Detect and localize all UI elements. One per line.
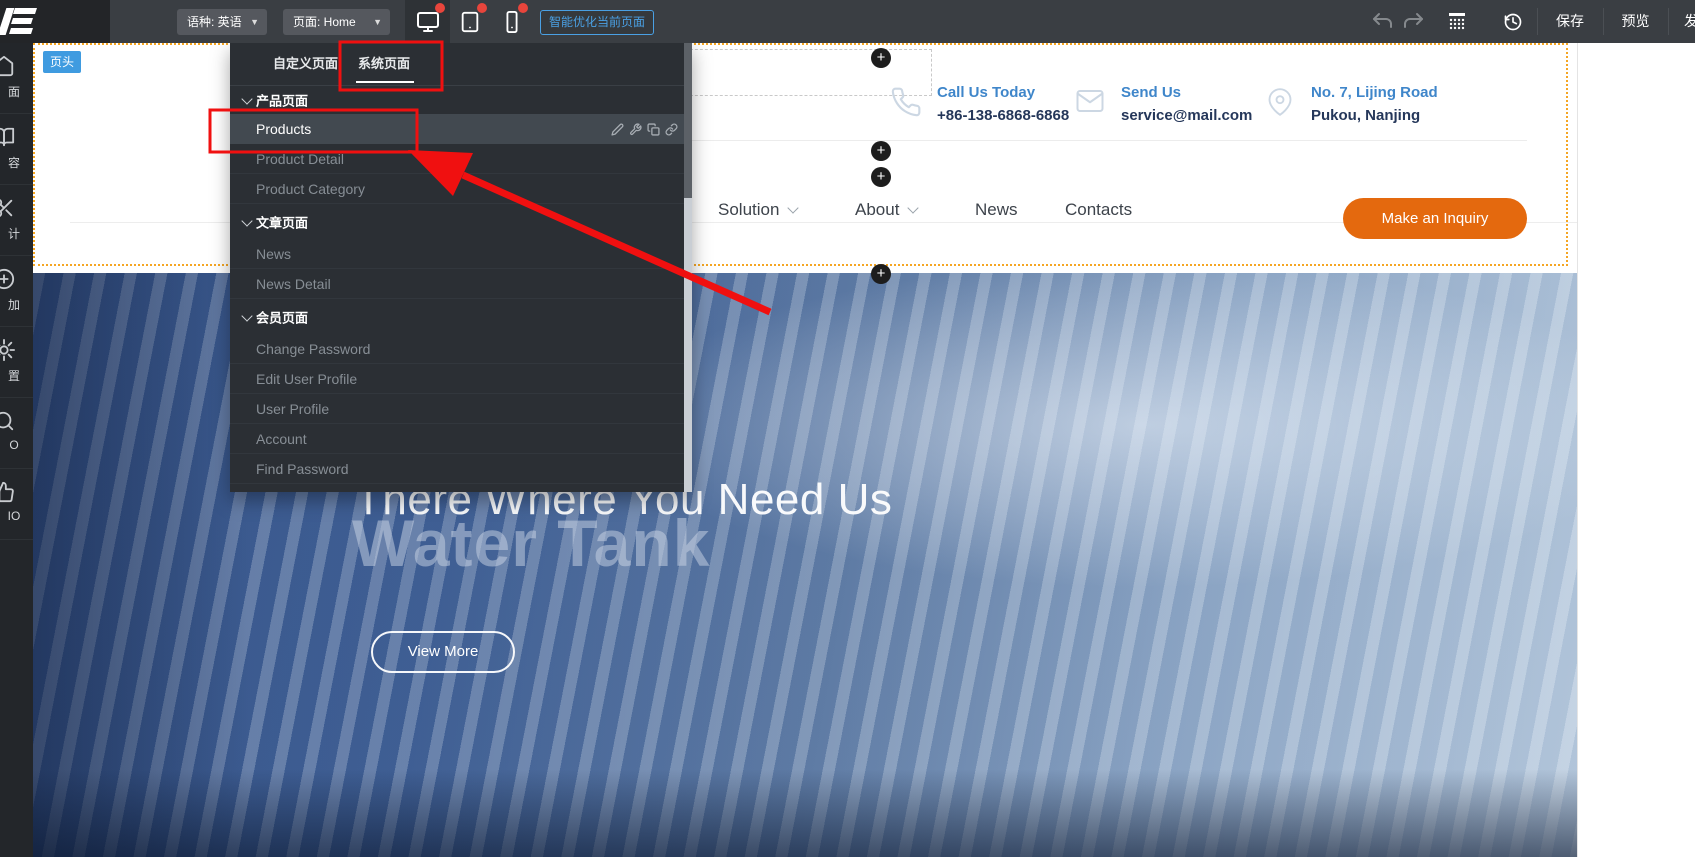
section-header-articles[interactable]: 文章页面	[230, 204, 692, 239]
sidebar-item-design[interactable]: 计	[0, 185, 33, 256]
editor-sidebar: 面 容 计 加 置 O IO	[0, 43, 33, 857]
tablet-icon	[459, 11, 481, 33]
home-icon	[0, 55, 15, 77]
sidebar-item-seo[interactable]: O	[0, 398, 33, 469]
pencil-icon[interactable]	[611, 123, 624, 136]
add-section-button[interactable]: +	[871, 264, 891, 284]
panel-scrollbar[interactable]	[684, 43, 692, 492]
chevron-down-icon	[241, 215, 252, 226]
nav-item-about[interactable]: About	[855, 200, 917, 220]
chevron-down-icon	[788, 202, 799, 213]
page-item-news[interactable]: News	[230, 239, 692, 269]
phone-icon	[890, 86, 922, 118]
chevron-down-icon	[908, 202, 919, 213]
chevron-down-icon	[241, 310, 252, 321]
section-tag-pagehead: 页头	[43, 51, 81, 73]
wrench-icon[interactable]	[629, 123, 642, 136]
page-item-change-password[interactable]: Change Password	[230, 334, 692, 364]
nav-item-solution[interactable]: Solution	[718, 200, 797, 220]
device-tablet-tab[interactable]	[450, 0, 490, 43]
sidebar-item-promotion[interactable]: IO	[0, 469, 33, 540]
tab-custom-pages[interactable]: 自定义页面	[273, 43, 338, 85]
redo-icon[interactable]	[1402, 12, 1424, 30]
contact-value: service@mail.com	[1121, 107, 1252, 124]
add-section-button[interactable]: +	[871, 141, 891, 161]
header-divider	[660, 140, 1527, 141]
add-section-button[interactable]: +	[871, 48, 891, 68]
active-tab-underline	[356, 81, 414, 83]
editor-toolbar: 语种: 英语▼ 页面: Home▼ 智能优化当前页面 保存 预览	[0, 0, 1695, 43]
page-select-panel: 自定义页面 系统页面 产品页面 Products Product Detail …	[230, 43, 692, 492]
content-icon	[0, 126, 15, 148]
section-header-products[interactable]: 产品页面	[230, 86, 692, 114]
page-item-product-category[interactable]: Product Category	[230, 174, 692, 204]
publish-button[interactable]: 发布	[1668, 0, 1695, 43]
preview-button[interactable]: 预览	[1603, 0, 1668, 43]
search-icon	[0, 410, 15, 432]
scrollbar-track	[684, 198, 692, 492]
grid-icon[interactable]	[1448, 12, 1466, 30]
smart-optimize-button[interactable]: 智能优化当前页面	[540, 10, 654, 35]
contact-title: Call Us Today	[937, 84, 1035, 101]
page-item-product-detail[interactable]: Product Detail	[230, 144, 692, 174]
mail-icon	[1075, 86, 1105, 116]
thumbs-up-icon	[0, 481, 15, 503]
view-more-button[interactable]: View More	[371, 631, 515, 673]
page-select[interactable]: 页面: Home▼	[283, 9, 390, 35]
notification-dot	[518, 3, 528, 13]
chevron-down-icon: ▼	[373, 9, 382, 35]
tab-system-pages[interactable]: 系统页面	[358, 43, 410, 85]
nav-item-contacts[interactable]: Contacts	[1065, 200, 1132, 220]
contact-value: Pukou, Nanjing	[1311, 107, 1420, 124]
app-logo[interactable]	[0, 0, 110, 43]
device-desktop-tab[interactable]	[405, 0, 450, 43]
page-item-account[interactable]: Account	[230, 424, 692, 454]
design-icon	[0, 197, 15, 219]
save-button[interactable]: 保存	[1537, 0, 1603, 43]
copy-icon[interactable]	[647, 123, 660, 136]
nav-item-news[interactable]: News	[975, 200, 1018, 220]
sidebar-item-content[interactable]: 容	[0, 114, 33, 185]
contact-title: No. 7, Lijing Road	[1311, 84, 1438, 101]
page-item-edit-user-profile[interactable]: Edit User Profile	[230, 364, 692, 394]
chevron-down-icon	[241, 93, 252, 104]
panel-tabs: 自定义页面 系统页面	[230, 43, 692, 86]
page-item-products[interactable]: Products	[230, 114, 692, 144]
settings-icon	[0, 339, 15, 361]
page-item-find-password[interactable]: Find Password	[230, 454, 692, 484]
add-icon	[0, 268, 15, 290]
sidebar-item-pages[interactable]: 面	[0, 43, 33, 114]
monitor-icon	[416, 10, 440, 34]
notification-dot	[435, 3, 445, 13]
website-builder-editor: 页头 Call Us Today +86-138-6868-6868 Send …	[0, 0, 1695, 857]
page-item-news-detail[interactable]: News Detail	[230, 269, 692, 299]
section-header-members[interactable]: 会员页面	[230, 299, 692, 334]
editor-right-gutter	[1577, 43, 1695, 857]
device-mobile-tab[interactable]	[492, 0, 532, 43]
history-clock-icon[interactable]	[1503, 12, 1523, 32]
sidebar-item-settings[interactable]: 置	[0, 327, 33, 398]
notification-dot	[477, 3, 487, 13]
chevron-down-icon: ▼	[250, 9, 259, 35]
make-inquiry-button[interactable]: Make an Inquiry	[1343, 198, 1527, 239]
undo-icon[interactable]	[1372, 12, 1394, 30]
link-icon[interactable]	[665, 123, 678, 136]
sidebar-item-add[interactable]: 加	[0, 256, 33, 327]
add-section-button[interactable]: +	[871, 167, 891, 187]
language-select[interactable]: 语种: 英语▼	[177, 9, 267, 35]
smartphone-icon	[501, 11, 523, 33]
page-item-user-profile[interactable]: User Profile	[230, 394, 692, 424]
scrollbar-thumb[interactable]	[684, 43, 692, 198]
contact-title: Send Us	[1121, 84, 1181, 101]
map-pin-icon	[1266, 86, 1294, 118]
contact-value: +86-138-6868-6868	[937, 107, 1069, 124]
